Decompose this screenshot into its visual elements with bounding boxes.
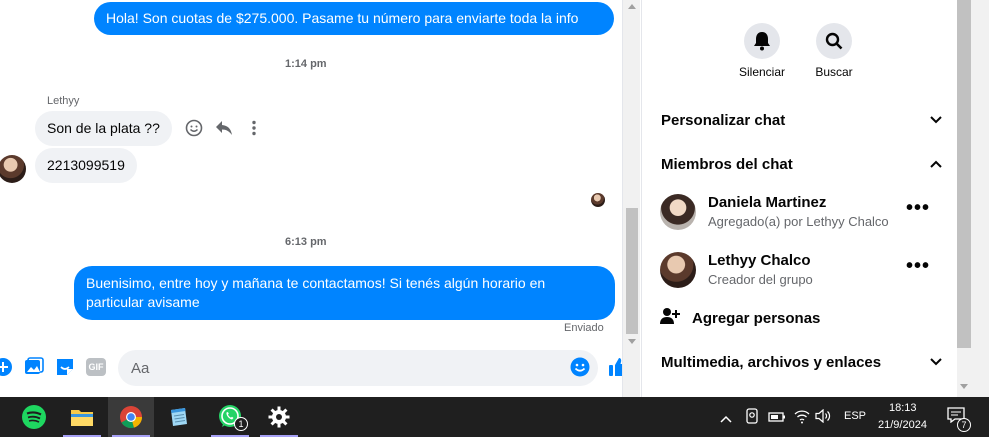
language-indicator[interactable]: ESP [844,410,866,422]
mute-button[interactable]: Silenciar [732,23,792,79]
mute-label: Silenciar [738,65,786,79]
message-input[interactable] [118,350,598,386]
clock-time[interactable]: 18:13 [889,402,917,414]
section-chat-members[interactable]: Miembros del chat [661,152,943,176]
chrome-icon[interactable] [108,397,154,437]
section-media-files[interactable]: Multimedia, archivos y enlaces [661,350,943,374]
search-icon [816,23,852,59]
message-incoming[interactable]: Son de la plata ?? [35,111,172,146]
chevron-up-icon [929,156,943,173]
seen-receipt-avatar [591,193,605,207]
member-role: Agregado(a) por Lethyy Chalco [708,214,889,229]
search-button[interactable]: Buscar [804,23,864,79]
tray-overflow-chevron-icon[interactable] [720,410,732,428]
message-hover-actions [184,118,264,138]
timestamp: 6:13 pm [285,236,327,248]
sender-name: Lethyy [47,95,80,107]
more-horizontal-icon[interactable]: ••• [906,198,930,218]
whatsapp-icon[interactable]: 1 [207,397,253,437]
settings-icon[interactable] [256,397,302,437]
search-label: Buscar [815,65,853,79]
sticker-icon[interactable] [54,356,76,378]
scroll-down-arrow[interactable] [960,384,968,389]
chat-info-panel: Silenciar Buscar Personalizar chat Miemb… [641,0,957,397]
section-customize-chat[interactable]: Personalizar chat [661,108,943,132]
add-person-icon [660,307,680,329]
panel-scrollbar[interactable] [957,0,989,397]
scroll-down-arrow[interactable] [628,339,636,344]
member-name: Daniela Martinez [708,194,827,211]
member-item[interactable]: Daniela Martinez Agregado(a) por Lethyy … [660,194,942,234]
section-label: Miembros del chat [661,155,793,173]
message-outgoing[interactable]: Hola! Son cuotas de $275.000. Pasame tu … [94,2,614,35]
image-icon[interactable] [23,356,45,378]
chat-scrollbar[interactable] [622,0,640,397]
notification-count-badge: 7 [957,418,971,432]
emoji-icon[interactable] [569,356,591,378]
chevron-down-icon [929,112,943,129]
like-icon[interactable] [608,356,622,378]
avatar[interactable] [660,252,696,288]
message-outgoing[interactable]: Buenisimo, entre hoy y mañana te contact… [74,266,615,320]
section-label: Personalizar chat [661,111,786,129]
section-label: Multimedia, archivos y enlaces [661,353,882,371]
chat-pane: Hola! Son cuotas de $275.000. Pasame tu … [0,0,622,397]
messenger-window: Hola! Son cuotas de $275.000. Pasame tu … [0,0,989,437]
scroll-up-arrow[interactable] [628,4,636,9]
spotify-icon[interactable] [11,397,57,437]
composer-bar: GIF [0,346,622,390]
scroll-thumb[interactable] [626,208,638,334]
message-incoming[interactable]: 2213099519 [35,148,137,183]
emoji-react-icon[interactable] [184,118,204,138]
add-people-button[interactable]: Agregar personas [660,307,820,329]
sender-avatar[interactable] [0,155,26,183]
avatar[interactable] [660,194,696,230]
notification-badge: 1 [234,417,248,431]
scroll-thumb[interactable] [957,0,971,348]
message-status: Enviado [564,322,604,334]
battery-icon[interactable] [768,410,786,428]
reply-icon[interactable] [214,118,234,138]
plus-icon[interactable] [0,356,14,378]
gif-icon[interactable]: GIF [85,356,107,378]
timestamp: 1:14 pm [285,58,327,70]
notepad-icon[interactable] [156,397,202,437]
windows-taskbar: 1 ESP 18:13 21/9/2024 7 [0,397,989,437]
member-item[interactable]: Lethyy Chalco Creador del grupo ••• [660,252,942,292]
add-people-label: Agregar personas [692,309,821,327]
clock-date[interactable]: 21/9/2024 [878,419,927,431]
wifi-icon[interactable] [794,408,810,429]
volume-icon[interactable] [815,408,831,428]
file-explorer-icon[interactable] [59,397,105,437]
bell-icon [744,23,780,59]
member-name: Lethyy Chalco [708,252,811,269]
chevron-down-icon [929,354,943,371]
more-vertical-icon[interactable] [244,118,264,138]
more-horizontal-icon[interactable]: ••• [906,256,930,276]
camera-icon[interactable] [745,408,759,429]
member-role: Creador del grupo [708,272,813,287]
